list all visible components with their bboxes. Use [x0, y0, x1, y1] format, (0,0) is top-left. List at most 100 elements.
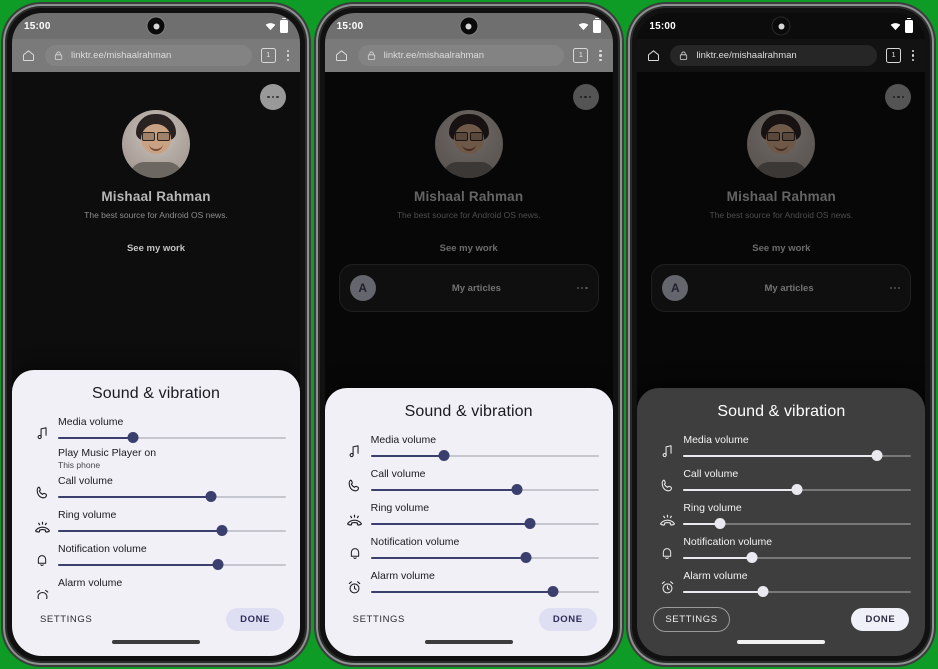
kebab-menu-icon[interactable] — [597, 50, 603, 61]
volume-label-ring: Ring volume — [683, 502, 742, 514]
slider-thumb[interactable] — [757, 586, 769, 597]
system-navigation-bar — [637, 634, 925, 650]
volume-slider-ring[interactable] — [683, 517, 912, 531]
slider-thumb[interactable] — [714, 518, 726, 529]
page-more-options-button[interactable] — [572, 84, 599, 110]
slider-thumb[interactable] — [205, 491, 217, 502]
volume-slider-call[interactable] — [370, 483, 599, 497]
card-badge: A — [662, 275, 689, 301]
volume-slider-media[interactable] — [58, 431, 286, 445]
kebab-menu-icon[interactable] — [910, 50, 916, 61]
my-articles-card[interactable]: A My articles — [651, 264, 912, 312]
volume-slider-notification[interactable] — [683, 551, 912, 565]
url-text: linktr.ee/mishaalrahman — [696, 50, 797, 61]
volume-slider-ring[interactable] — [370, 517, 599, 531]
volume-label-alarm: Alarm volume — [683, 570, 748, 582]
slider-thumb[interactable] — [871, 450, 883, 461]
status-clock: 15:00 — [24, 20, 51, 32]
alarm-icon — [26, 572, 58, 599]
slider-thumb[interactable] — [438, 450, 450, 461]
volume-label-notification: Notification volume — [683, 536, 773, 548]
phone-device: 15:00 linktr.ee/mishaalrahman 1 Mishaal … — [632, 8, 931, 661]
volume-slider-notification[interactable] — [58, 558, 286, 572]
phone-device: 15:00 linktr.ee/mishaalrahman 1 Mishaal … — [7, 8, 305, 661]
page-more-options-button[interactable] — [260, 84, 286, 110]
profile-name: Mishaal Rahman — [101, 189, 211, 204]
see-my-work-link[interactable]: See my work — [637, 243, 925, 254]
volume-slider-call[interactable] — [683, 483, 912, 497]
page-more-options-button[interactable] — [885, 84, 912, 110]
notification-icon — [26, 538, 58, 568]
card-more-icon[interactable] — [577, 286, 588, 290]
slider-thumb[interactable] — [511, 484, 523, 495]
settings-button[interactable]: SETTINGS — [653, 607, 730, 632]
slider-thumb[interactable] — [746, 552, 758, 563]
my-articles-card[interactable]: A My articles — [338, 264, 599, 312]
profile-bio: The best source for Android OS news. — [396, 210, 541, 220]
sound-vibration-dialog: Sound & vibration Media volume Call volum… — [637, 388, 926, 656]
slider-thumb[interactable] — [520, 552, 532, 563]
volume-label-media: Media volume — [683, 434, 749, 446]
battery-icon — [592, 17, 601, 33]
gesture-pill[interactable] — [737, 640, 826, 644]
slider-thumb[interactable] — [216, 525, 228, 536]
settings-button[interactable]: SETTINGS — [341, 607, 417, 632]
card-more-icon[interactable] — [889, 286, 901, 290]
settings-button[interactable]: SETTINGS — [28, 607, 104, 632]
kebab-menu-icon[interactable] — [285, 50, 291, 61]
see-my-work-link[interactable]: See my work — [12, 243, 300, 254]
phone-comparison-stage: 15:00 linktr.ee/mishaalrahman 1 Mishaal … — [0, 0, 938, 669]
see-my-work-link[interactable]: See my work — [325, 243, 613, 254]
status-bar: 15:00 — [637, 13, 926, 39]
done-button[interactable]: DONE — [226, 608, 284, 631]
wifi-icon — [891, 22, 901, 30]
slider-thumb[interactable] — [547, 586, 559, 597]
done-button[interactable]: DONE — [851, 608, 910, 631]
alarm-icon — [651, 565, 683, 596]
status-icons — [578, 17, 601, 33]
volume-rows: Media volume Call volume Ring volume Notifi… — [637, 427, 925, 599]
volume-row-media: Media volume — [325, 429, 613, 463]
gesture-pill[interactable] — [112, 640, 200, 644]
system-navigation-bar — [12, 634, 300, 650]
output-subtitle: This phone — [58, 460, 101, 470]
volume-slider-media[interactable] — [683, 449, 912, 463]
volume-slider-alarm[interactable] — [370, 585, 599, 599]
tab-count-button[interactable]: 1 — [573, 48, 589, 63]
tab-count-button[interactable]: 1 — [886, 48, 902, 63]
volume-row-alarm: Alarm volume — [12, 572, 300, 599]
slider-thumb[interactable] — [791, 484, 803, 495]
volume-row-notification: Notification volume — [12, 538, 300, 572]
volume-slider-alarm[interactable] — [683, 585, 912, 599]
volume-row-call: Call volume — [325, 463, 613, 497]
volume-slider-call[interactable] — [58, 490, 286, 504]
wifi-icon — [578, 22, 588, 30]
home-icon[interactable] — [646, 48, 661, 63]
sound-vibration-dialog: Sound & vibration Media volume Call volum… — [324, 388, 613, 656]
volume-row-media: Media volume — [12, 411, 300, 445]
address-bar[interactable]: linktr.ee/mishaalrahman — [45, 45, 252, 66]
address-bar[interactable]: linktr.ee/mishaalrahman — [670, 45, 878, 66]
media-output-row[interactable]: Play Music Player on This phone — [12, 445, 300, 470]
gesture-pill[interactable] — [424, 640, 513, 644]
phone-screen: 15:00 linktr.ee/mishaalrahman 1 Mishaal … — [324, 13, 613, 656]
ring-icon — [26, 504, 58, 537]
slider-thumb[interactable] — [212, 559, 224, 570]
done-button[interactable]: DONE — [538, 608, 597, 631]
tab-count-button[interactable]: 1 — [260, 48, 276, 63]
volume-slider-notification[interactable] — [370, 551, 599, 565]
home-icon[interactable] — [334, 48, 349, 63]
profile-bio: The best source for Android OS news. — [84, 210, 228, 220]
ring-icon — [651, 497, 683, 530]
address-bar[interactable]: linktr.ee/mishaalrahman — [357, 45, 565, 66]
volume-slider-ring[interactable] — [58, 524, 286, 538]
slider-fill — [683, 557, 752, 559]
slider-thumb[interactable] — [524, 518, 536, 529]
volume-label-notification: Notification volume — [58, 543, 147, 555]
slider-fill — [683, 455, 878, 457]
slider-thumb[interactable] — [127, 432, 139, 443]
lock-icon — [54, 51, 63, 60]
volume-slider-media[interactable] — [370, 449, 599, 463]
volume-row-ring: Ring volume — [325, 497, 613, 531]
home-icon[interactable] — [21, 48, 36, 63]
